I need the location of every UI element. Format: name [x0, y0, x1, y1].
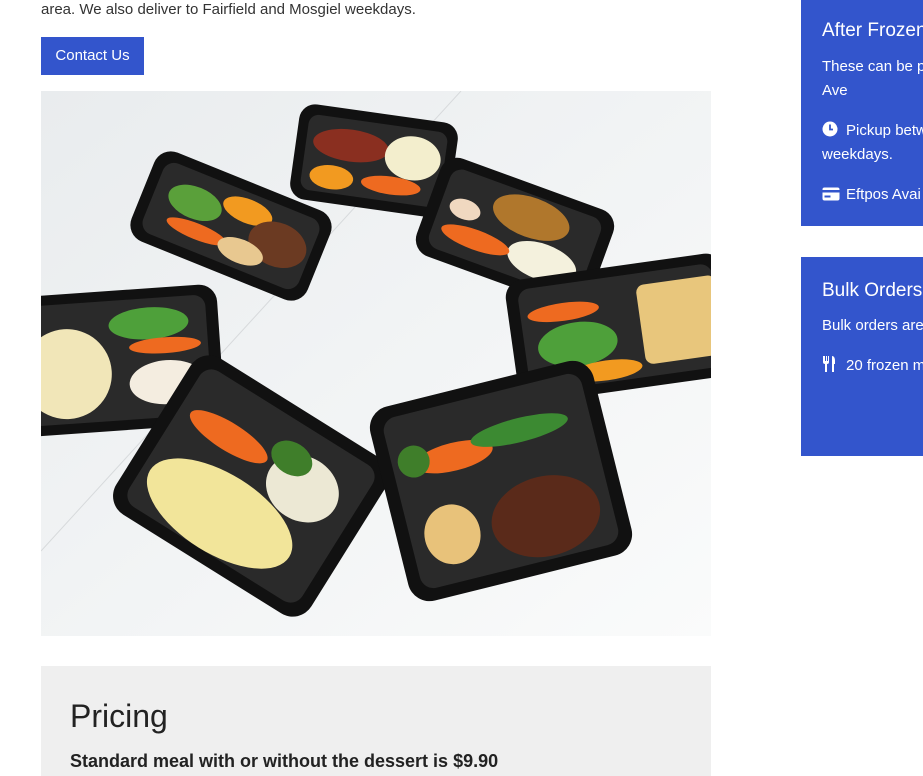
pricing-section: Pricing Standard meal with or without th…	[41, 666, 711, 776]
pickup-text: Pickup betw	[846, 122, 923, 139]
after-frozen-title: After Frozen	[822, 20, 923, 41]
after-frozen-line2: Ave	[822, 82, 848, 99]
credit-card-icon	[822, 185, 840, 209]
pickup-text-line2: weekdays.	[822, 146, 893, 163]
bulk-orders-card: Bulk Orders Bulk orders are 20 frozen m	[801, 257, 923, 456]
pricing-title: Pricing	[70, 698, 168, 734]
after-frozen-card: After Frozen These can be p Ave Pickup b…	[801, 0, 923, 226]
bulk-orders-line2: 20 frozen m	[846, 357, 923, 374]
bulk-orders-title: Bulk Orders	[822, 280, 923, 301]
intro-text: area. We also deliver to Fairfield and M…	[41, 1, 416, 18]
clock-icon	[822, 121, 840, 145]
eftpos-text: Eftpos Avai	[846, 186, 921, 203]
meal-photo	[41, 91, 711, 636]
cutlery-icon	[822, 356, 840, 380]
bulk-orders-line1: Bulk orders are	[822, 317, 923, 334]
after-frozen-line1: These can be p	[822, 58, 923, 75]
contact-us-button[interactable]: Contact Us	[41, 37, 144, 75]
